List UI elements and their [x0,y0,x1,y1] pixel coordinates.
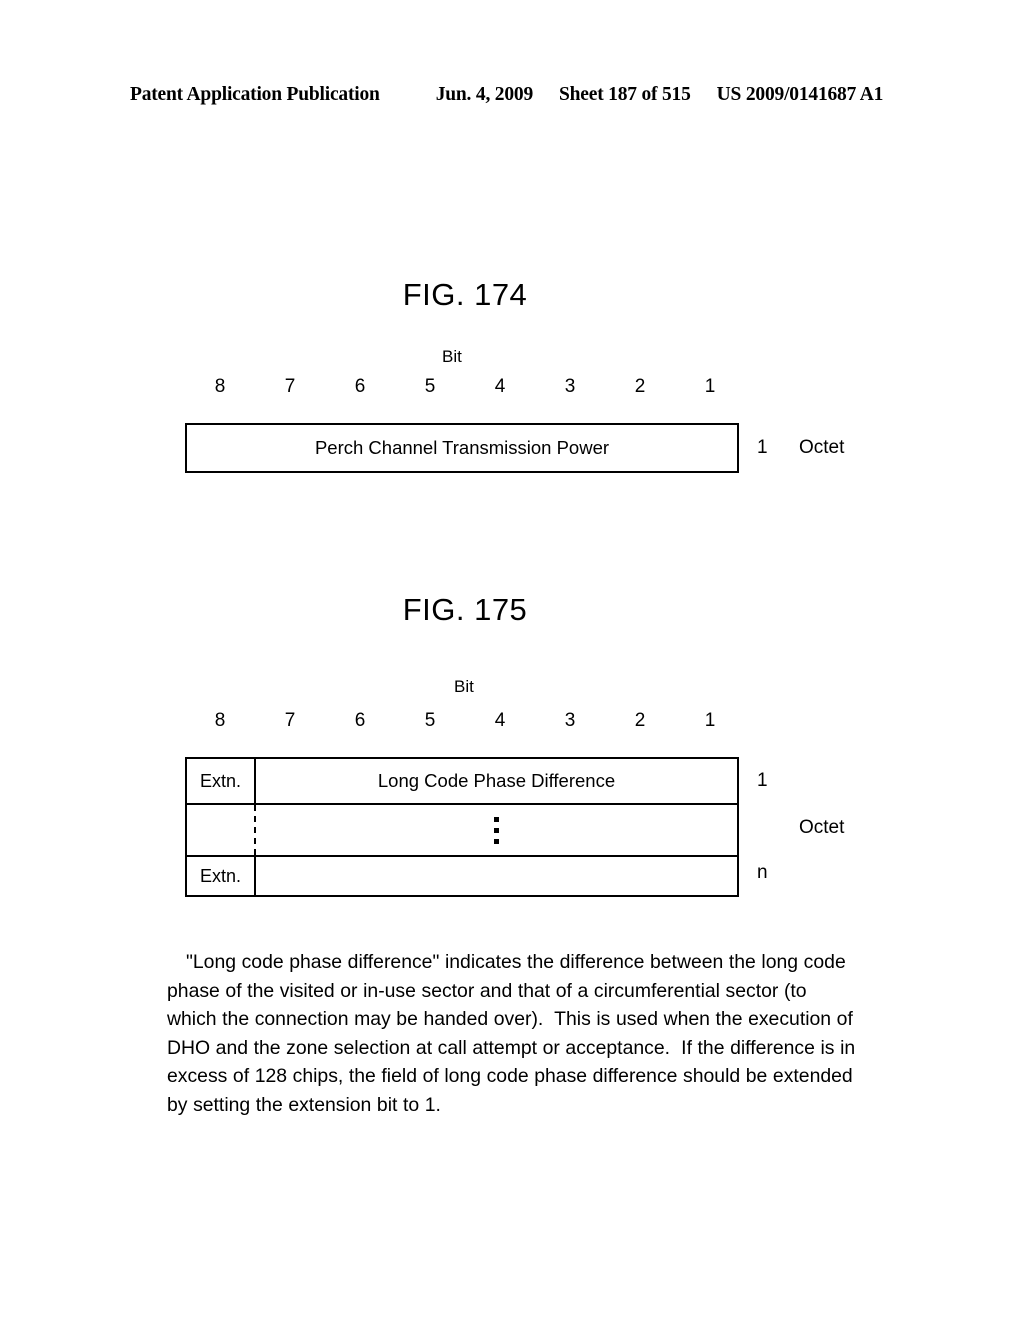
figure-174-packet-box: Perch Channel Transmission Power [185,423,739,473]
publication-header: Patent Application Publication Jun. 4, 2… [130,84,894,110]
figure-175-bit-label: Bit [454,677,474,696]
figure-175-bit-numbers: 8 7 6 5 4 3 2 1 [185,710,745,732]
figure-174-bit-label: Bit [442,347,462,366]
packet-extension-bit-cell: Extn. [187,759,256,803]
bit-number: 7 [284,710,296,731]
bit-number: 4 [494,710,506,731]
bit-number: 1 [704,710,716,731]
figure-174-title: FIG. 174 [402,277,528,312]
bit-number: 3 [564,376,576,397]
bit-number: 4 [494,376,506,397]
bit-number: 7 [284,376,296,397]
header-patent-number: US 2009/0141687 A1 [716,84,884,105]
figure-175-packet-box: Extn. Long Code Phase Difference Extn. [185,757,739,897]
bit-number: 5 [424,710,436,731]
bit-number: 2 [634,376,646,397]
packet-extension-bit-cell [187,805,256,855]
packet-field-label: Long Code Phase Difference [377,770,616,791]
figure-175-octet-count-first: 1 [757,770,768,791]
bit-number: 1 [704,376,716,397]
bit-number: 8 [214,710,226,731]
bit-number: 6 [354,710,366,731]
figure-174-bit-numbers: 8 7 6 5 4 3 2 1 [185,376,745,398]
figure-175-title: FIG. 175 [402,592,528,627]
header-sheet-number: Sheet 187 of 515 [559,84,691,105]
bit-number: 2 [634,710,646,731]
description-paragraph: "Long code phase difference" indicates t… [167,951,861,1116]
header-publication-title: Patent Application Publication [130,84,380,105]
figure-175-octet-count-last: n [757,862,768,883]
packet-row: Extn. Long Code Phase Difference [187,759,737,805]
packet-row: Extn. [187,857,737,895]
bit-number: 8 [214,376,226,397]
figure-175-octet-label: Octet [799,817,845,838]
vertical-ellipsis-icon [494,816,499,844]
packet-extension-bit-cell: Extn. [187,857,256,895]
packet-field-label [256,805,737,855]
packet-field-label [256,857,737,895]
figure-174-octet-count: 1 [757,437,768,458]
bit-number: 3 [564,710,576,731]
bit-number: 5 [424,376,436,397]
packet-row-continuation [187,805,737,857]
header-publication-date: Jun. 4, 2009 [435,84,533,105]
bit-number: 6 [354,376,366,397]
figure-174-octet-label: Octet [799,437,845,458]
packet-row: Perch Channel Transmission Power [187,425,737,471]
packet-field-label: Perch Channel Transmission Power [314,437,610,458]
patent-page: Patent Application Publication Jun. 4, 2… [0,0,1024,1320]
